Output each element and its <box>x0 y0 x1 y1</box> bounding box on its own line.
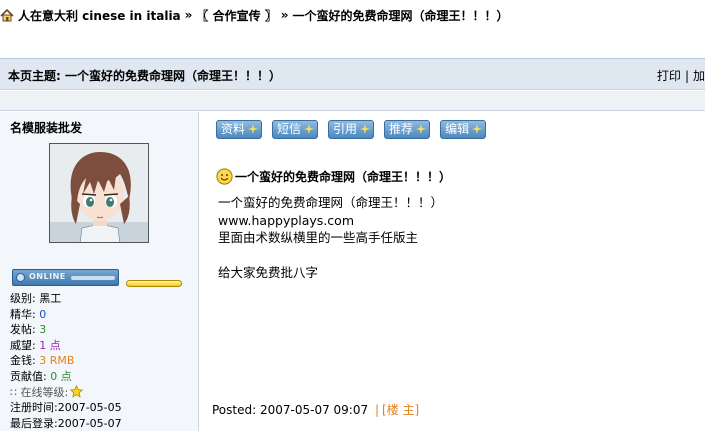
post-subject-text: 一个蛮好的免费命理网（命理王！！！） <box>235 170 452 184</box>
message-button[interactable]: 短信 <box>272 120 319 139</box>
post-panel: 资料 短信 引用 推荐 编辑 一个蛮好的免费命理网（命理王！！！） 一个蛮好的免… <box>200 112 705 431</box>
topic-title: 本页主题: 一个蛮好的免费命理网（命理王！！！） <box>8 67 281 84</box>
quote-button[interactable]: 引用 <box>328 120 375 139</box>
author-panel: 名模服装批发 ONLINE 级别: 黑工 精华: 0 发帖: 3 威望: 1 点… <box>0 112 199 431</box>
stat-posts: 发帖: 3 <box>10 323 47 337</box>
stat-prestige: 威望: 1 点 <box>10 338 61 352</box>
sparkle-icon <box>416 124 427 134</box>
sparkle-icon <box>472 124 483 134</box>
sparkle-icon <box>304 124 315 134</box>
post-action-buttons: 资料 短信 引用 推荐 编辑 <box>216 120 496 139</box>
profile-button[interactable]: 资料 <box>216 120 263 139</box>
topic-header-bar: 本页主题: 一个蛮好的免费命理网（命理王！！！） 打印 | 加 <box>0 58 705 90</box>
stat-contribution: 贡献值: 0 点 <box>10 369 72 383</box>
print-link[interactable]: 打印 <box>657 69 681 83</box>
status-slider-graphic <box>71 276 115 280</box>
breadcrumb-separator: » <box>184 8 193 22</box>
breadcrumb: 人在意大利 cinese in italia » 〖 合作宣传 〗 » 一个蛮好… <box>0 6 509 24</box>
home-icon[interactable] <box>0 8 14 22</box>
stat-money: 金钱: 3 RMB <box>10 354 75 368</box>
footer-separator: | <box>374 403 379 417</box>
topic-actions: 打印 | 加 <box>657 67 705 84</box>
stat-online-level: ∷ 在线等级: <box>10 384 122 401</box>
breadcrumb-board[interactable]: 〖 合作宣传 〗 <box>196 7 276 24</box>
add-favorite-link[interactable]: 加 <box>693 69 705 83</box>
post-footer: Posted: 2007-05-07 09:07 | [楼 主] <box>212 401 419 418</box>
star-icon <box>70 384 84 398</box>
online-status-badge: ONLINE <box>12 269 119 286</box>
post-body-line: www.happyplays.com <box>218 212 354 228</box>
level-progress-bar <box>126 280 182 287</box>
sparkle-icon <box>248 124 259 134</box>
posted-time: 2007-05-07 09:07 <box>259 403 369 417</box>
status-label: ONLINE <box>29 272 66 281</box>
floor-link[interactable]: [楼 主] <box>382 403 419 417</box>
breadcrumb-topic[interactable]: 一个蛮好的免费命理网（命理王！！！） <box>293 7 509 24</box>
post-body-line: 里面由术数纵横里的一些高手任版主 <box>218 230 419 245</box>
post-body: 一个蛮好的免费命理网（命理王！！！） www.happyplays.com 里面… <box>218 194 443 282</box>
smiley-icon <box>216 168 233 185</box>
edit-button[interactable]: 编辑 <box>440 120 487 139</box>
action-separator: | <box>684 69 689 83</box>
sparkle-icon <box>360 124 371 134</box>
stat-registered: 注册时间:2007-05-05 <box>10 401 122 415</box>
avatar[interactable] <box>49 143 149 243</box>
breadcrumb-separator: » <box>280 8 289 22</box>
post-subject: 一个蛮好的免费命理网（命理王！！！） <box>216 168 451 185</box>
header-spacer-bar <box>0 91 705 111</box>
post-body-line: 给大家免费批八字 <box>218 265 319 280</box>
status-dot-icon <box>16 273 25 282</box>
author-stats: 级别: 黑工 精华: 0 发帖: 3 威望: 1 点 金钱: 3 RMB 贡献值… <box>10 291 122 431</box>
breadcrumb-forum-home[interactable]: 人在意大利 cinese in italia <box>18 7 181 24</box>
post-body-line: 一个蛮好的免费命理网（命理王！！！） <box>218 195 444 210</box>
stat-elite: 精华: 0 <box>10 307 47 321</box>
author-name[interactable]: 名模服装批发 <box>10 119 82 136</box>
recommend-button[interactable]: 推荐 <box>384 120 431 139</box>
stat-last-login: 最后登录:2007-05-07 <box>10 416 122 430</box>
post-body-line <box>218 247 443 265</box>
avatar-anime-girl-image <box>50 144 148 242</box>
posted-label: Posted: <box>212 403 257 417</box>
topic-title-text: 一个蛮好的免费命理网（命理王！！！） <box>65 69 282 83</box>
stat-level: 级别: 黑工 <box>10 292 62 305</box>
topic-title-label: 本页主题: <box>8 69 61 83</box>
